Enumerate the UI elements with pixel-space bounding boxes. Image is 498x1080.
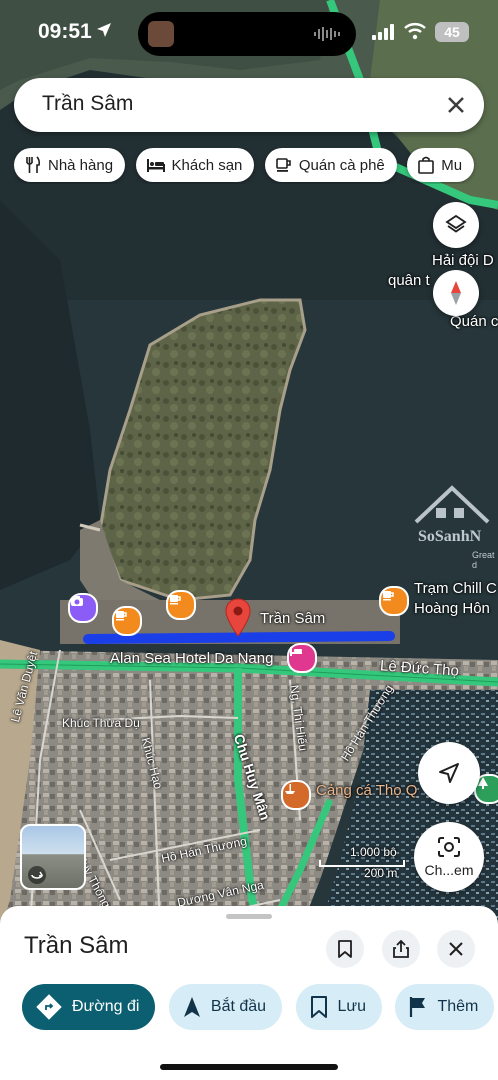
search-bar[interactable]: Trần Sâm <box>14 78 484 132</box>
scale-label-meters: 200 m <box>364 866 398 880</box>
restaurant-icon <box>26 156 41 173</box>
close-icon <box>449 942 463 956</box>
chip-hotels[interactable]: Khách sạn <box>135 148 255 182</box>
wifi-icon <box>404 22 426 45</box>
chip-label: Nhà hàng <box>48 156 114 174</box>
lens-button[interactable]: Ch...em <box>414 822 484 892</box>
chip-label: Quán cà phê <box>298 156 385 174</box>
category-chips: Nhà hàng Khách sạn Quán cà phê Mu <box>14 148 498 184</box>
battery-indicator: 45 <box>435 22 469 42</box>
map-label-tram-chill: Trạm Chill C <box>414 580 497 597</box>
map-label-hoang-hon: Hoàng Hôn <box>414 600 490 617</box>
home-indicator[interactable] <box>160 1064 338 1070</box>
location-arrow-icon <box>96 22 112 43</box>
more-button[interactable]: Thêm <box>395 984 495 1030</box>
cafe-poi-icon[interactable] <box>112 606 142 636</box>
lens-label: Ch...em <box>424 862 474 878</box>
cellular-signal-icon <box>372 24 396 45</box>
status-time: 09:51 <box>38 20 92 43</box>
bookmark-icon <box>338 940 352 958</box>
share-icon <box>393 939 409 958</box>
my-location-button[interactable] <box>418 742 480 804</box>
audio-wave-icon <box>314 26 342 47</box>
photo-poi-icon[interactable] <box>68 593 98 623</box>
port-poi-icon[interactable] <box>281 780 311 810</box>
compass-icon <box>451 281 461 305</box>
cafe-poi-icon[interactable] <box>166 590 196 620</box>
hotel-icon <box>146 159 165 172</box>
directions-button[interactable]: Đường đi <box>22 984 156 1030</box>
navigation-arrow-icon <box>439 763 459 783</box>
start-label: Bắt đầu <box>210 998 267 1015</box>
layers-button[interactable] <box>433 202 479 248</box>
navigation-icon <box>183 997 200 1017</box>
chip-label: Khách sạn <box>171 156 243 174</box>
map-label-cang-ca: Cảng cá Thọ Q <box>316 782 418 799</box>
map-label-quan: quân t <box>388 272 430 289</box>
cafe-poi-icon[interactable] <box>379 586 409 616</box>
shopping-bag-icon <box>418 156 435 174</box>
watermark-text: SoSanhN <box>418 528 482 545</box>
layers-icon <box>445 214 467 233</box>
chip-label: Mu <box>441 156 463 174</box>
place-title: Trần Sâm <box>24 932 129 959</box>
close-icon[interactable] <box>444 93 468 122</box>
save-label: Lưu <box>337 998 367 1015</box>
coffee-icon <box>276 158 291 172</box>
start-button[interactable]: Bắt đầu <box>168 984 283 1030</box>
street-view-icon <box>28 866 46 884</box>
scale-label-feet: 1.000 bộ <box>350 845 397 859</box>
watermark-subtext: Great d <box>472 550 495 570</box>
more-label: Thêm <box>437 998 479 1015</box>
map-label-hai-doi: Hải đội D <box>432 252 494 269</box>
street-view-thumbnail[interactable] <box>20 824 86 890</box>
flag-icon <box>410 997 426 1017</box>
compass-button[interactable] <box>433 270 479 316</box>
status-bar: 09:51 45 <box>0 0 498 66</box>
chip-coffee[interactable]: Quán cà phê <box>264 148 397 182</box>
place-bottom-sheet[interactable]: Trần Sâm Đường đi Bắt đầu Lưu Thêm <box>0 906 498 1080</box>
share-button[interactable] <box>382 930 420 968</box>
directions-label: Đường đi <box>72 998 140 1015</box>
location-pin-icon[interactable] <box>225 598 251 638</box>
map-label-hotel: Alan Sea Hotel Da Nang <box>110 650 274 667</box>
save-place-button[interactable] <box>326 930 364 968</box>
chip-restaurants[interactable]: Nhà hàng <box>14 148 126 182</box>
sheet-drag-handle[interactable] <box>226 914 272 919</box>
directions-icon <box>36 994 62 1020</box>
close-sheet-button[interactable] <box>437 930 475 968</box>
save-button[interactable]: Lưu <box>295 984 383 1030</box>
bookmark-icon <box>310 996 327 1018</box>
hotel-poi-icon[interactable] <box>287 643 317 673</box>
chip-shopping[interactable]: Mu <box>407 148 475 182</box>
map-label-pin: Trần Sâm <box>260 610 326 627</box>
action-buttons: Đường đi Bắt đầu Lưu Thêm <box>22 984 498 1030</box>
camera-lens-icon <box>438 837 460 857</box>
street-khuc-thua-du: Khúc Thừa Dụ <box>62 716 140 730</box>
search-input[interactable]: Trần Sâm <box>42 92 133 116</box>
watermark-logo: SoSanhN Great d <box>406 482 498 570</box>
media-thumbnail <box>148 21 174 47</box>
dynamic-island[interactable] <box>138 12 356 56</box>
